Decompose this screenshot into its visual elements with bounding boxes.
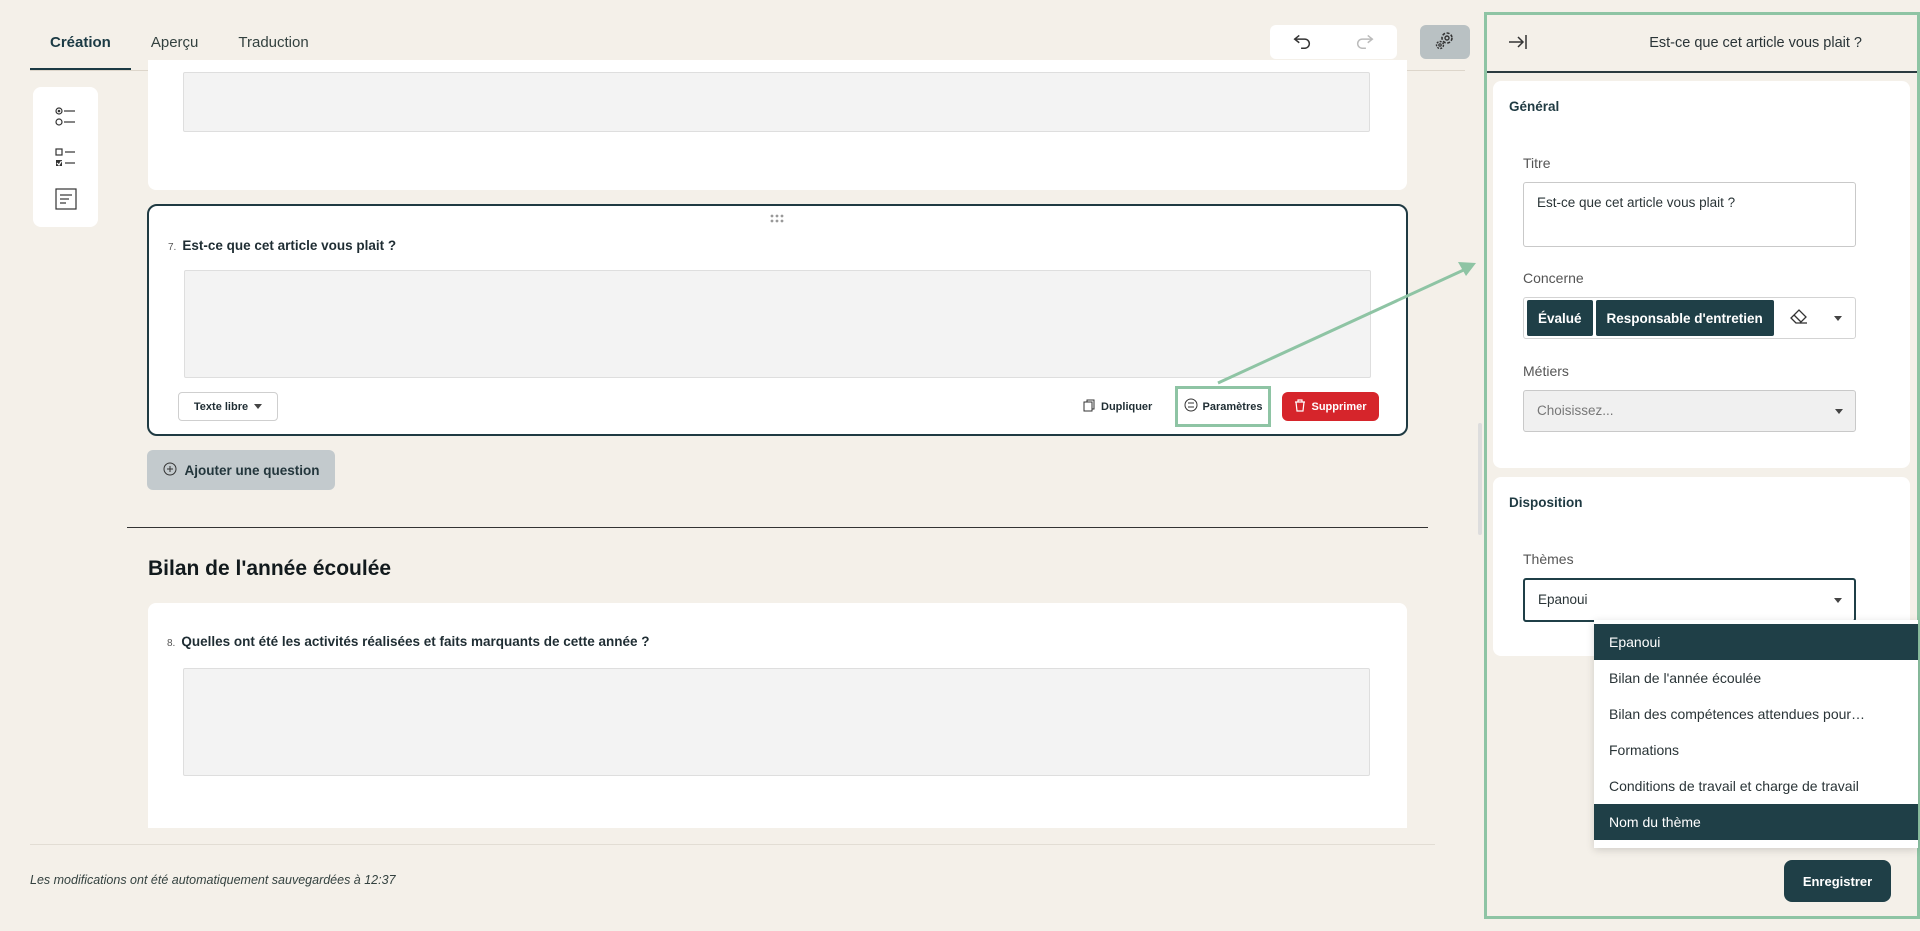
parameters-button[interactable]: Paramètres [1175,386,1271,427]
tag-evalue[interactable]: Évalué [1527,300,1593,336]
sliders-icon [1184,398,1198,415]
general-section: Général Titre Est-ce que cet article vou… [1493,81,1910,468]
question-card-selected[interactable]: 7. Est-ce que cet article vous plait ? Te… [147,204,1408,436]
delete-label: Supprimer [1311,400,1367,413]
metiers-placeholder: Choisissez... [1537,403,1614,418]
general-heading: Général [1509,99,1560,114]
eraser-icon[interactable] [1789,307,1809,330]
trash-icon [1294,398,1306,415]
settings-button[interactable] [1420,25,1470,59]
answer-textarea[interactable] [183,668,1370,776]
themes-select[interactable]: Epanoui [1523,578,1856,622]
duplicate-label: Dupliquer [1101,400,1153,413]
question-type-select[interactable]: Texte libre [178,392,278,421]
duplicate-button[interactable]: Dupliquer [1083,392,1152,421]
panel-title: Est-ce que cet article vous plait ? [1649,35,1862,51]
theme-option[interactable]: Epanoui [1594,624,1918,660]
checkbox-list-icon[interactable] [54,146,78,175]
disposition-heading: Disposition [1509,495,1583,510]
add-question-label: Ajouter une question [184,462,320,478]
question-card-previous [148,60,1407,190]
question-text: Quelles ont été les activités réalisées … [181,634,650,649]
chevron-down-icon [1834,598,1842,603]
concerne-label: Concerne [1523,270,1584,286]
metiers-label: Métiers [1523,363,1569,379]
metiers-select[interactable]: Choisissez... [1523,390,1856,432]
chevron-down-icon[interactable] [1833,315,1842,321]
tab-creation[interactable]: Création [30,22,131,70]
question-number: 8. [167,638,176,649]
theme-option[interactable]: Bilan de l'année écoulée [1594,660,1918,696]
question-text: Est-ce que cet article vous plait ? [182,238,397,253]
drag-handle-icon[interactable] [769,212,785,230]
plus-circle-icon [163,462,177,479]
autosave-status: Les modifications ont été automatiquemen… [30,873,396,887]
question-card[interactable]: 8. Quelles ont été les activités réalisée… [148,603,1407,828]
section-divider [127,527,1428,528]
save-button[interactable]: Enregistrer [1784,860,1891,902]
concerne-select[interactable]: Évalué Responsable d'entretien [1523,297,1856,339]
theme-option[interactable]: Bilan des compétences attendues pour… [1594,696,1918,732]
redo-icon[interactable] [1354,29,1376,56]
add-question-button[interactable]: Ajouter une question [147,450,335,490]
footer-divider [30,844,1435,845]
history-controls [1270,25,1397,59]
panel-header: Est-ce que cet article vous plait ? [1487,15,1917,73]
parameters-label: Paramètres [1202,400,1263,413]
theme-option[interactable]: Nom du thème [1594,804,1918,840]
theme-option[interactable]: Formations [1594,732,1918,768]
undo-icon[interactable] [1291,29,1313,56]
themes-label: Thèmes [1523,551,1574,567]
chevron-down-icon [254,404,263,409]
text-block-icon[interactable] [54,187,78,216]
answer-textarea[interactable] [184,270,1371,378]
delete-button[interactable]: Supprimer [1282,392,1379,421]
question-type-toolbox [33,87,98,227]
radio-list-icon[interactable] [54,105,78,134]
themes-dropdown: Epanoui Bilan de l'année écoulée Bilan d… [1594,620,1918,848]
section-title: Bilan de l'année écoulée [148,557,392,580]
question-type-label: Texte libre [193,400,249,413]
titre-input[interactable]: Est-ce que cet article vous plait ? [1523,182,1856,247]
titre-label: Titre [1523,155,1551,171]
question-number: 7. [168,242,177,253]
scrollbar[interactable] [1478,423,1482,535]
themes-value: Epanoui [1538,592,1588,607]
copy-icon [1083,399,1096,415]
titre-value: Est-ce que cet article vous plait ? [1537,195,1736,210]
collapse-panel-icon[interactable] [1507,32,1529,57]
question-title: 8. Quelles ont été les activités réalisée… [167,634,650,649]
gear-icon [1433,28,1457,57]
chevron-down-icon [1835,409,1843,414]
answer-textarea[interactable] [183,72,1370,132]
theme-option[interactable]: Conditions de travail et charge de trava… [1594,768,1918,804]
tag-responsable[interactable]: Responsable d'entretien [1595,300,1774,336]
question-title: 7. Est-ce que cet article vous plait ? [168,238,396,253]
